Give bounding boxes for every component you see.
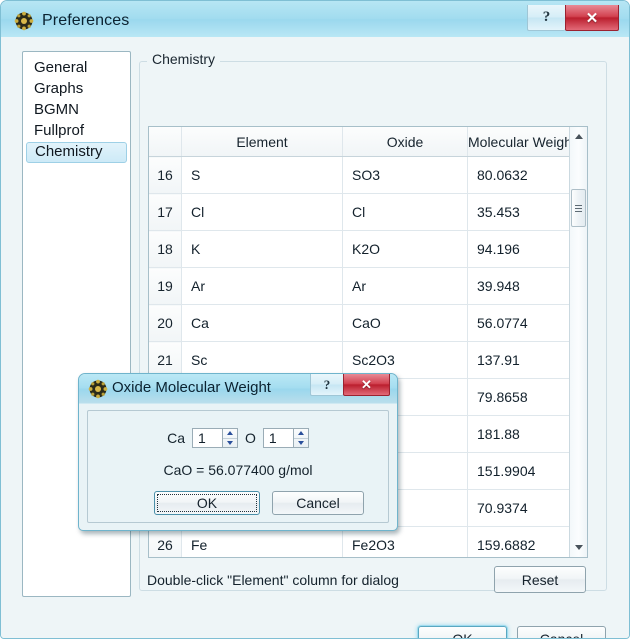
atom-icon [14,11,34,31]
window-title: Preferences [42,12,130,29]
preferences-window: Preferences ? ✕ General Graphs BGMN Full… [0,0,630,639]
cell-oxide[interactable]: Ar [342,267,468,305]
column-header-molecular-weight[interactable]: Molecular Weight [467,127,574,157]
row-index: 17 [149,193,182,231]
anion-label: O [245,430,256,446]
dialog-titlebar-buttons: ? ✕ [310,374,390,396]
dialog-close-button[interactable]: ✕ [343,374,390,396]
table-row[interactable]: 17 Cl Cl 35.453 [149,193,574,231]
cell-oxide[interactable]: SO3 [342,156,468,194]
dialog-ok-label: OK [196,495,218,511]
help-button[interactable]: ? [527,5,565,31]
dialog-help-button[interactable]: ? [310,374,343,396]
scroll-down-arrow-icon[interactable] [570,539,587,556]
oxide-molecular-weight-dialog: Oxide Molecular Weight ? ✕ Ca 1 O 1 CaO … [78,373,398,531]
dialog-cancel-button[interactable]: Cancel [272,491,364,515]
column-header-oxide[interactable]: Oxide [342,127,468,157]
anion-spin-buttons[interactable] [292,428,309,448]
cation-label: Ca [167,430,185,446]
cell-molecular-weight[interactable]: 159.6882 [467,526,574,557]
cell-molecular-weight[interactable]: 56.0774 [467,304,574,342]
scrollbar-thumb[interactable] [571,189,586,227]
reset-button[interactable]: Reset [494,566,586,593]
row-index: 19 [149,267,182,305]
sidebar-item-fullprof[interactable]: Fullprof [26,121,127,142]
cell-oxide[interactable]: Cl [342,193,468,231]
cell-element[interactable]: K [181,230,343,268]
table-header-row: Element Oxide Molecular Weight [149,127,574,157]
cell-molecular-weight[interactable]: 70.9374 [467,489,574,527]
cell-molecular-weight[interactable]: 39.948 [467,267,574,305]
row-index: 16 [149,156,182,194]
scroll-up-arrow-icon[interactable] [570,128,587,145]
row-index: 20 [149,304,182,342]
formula-result-text: CaO = 56.077400 g/mol [163,462,313,478]
anion-input[interactable]: 1 [262,428,293,448]
window-client-area: General Graphs BGMN Fullprof Chemistry C… [1,37,629,638]
cell-molecular-weight[interactable]: 94.196 [467,230,574,268]
cell-molecular-weight[interactable]: 181.88 [467,415,574,453]
cell-oxide[interactable]: K2O [342,230,468,268]
cation-spin-down-icon[interactable] [223,439,237,448]
table-row[interactable]: 19 Ar Ar 39.948 [149,267,574,305]
sidebar-item-general[interactable]: General [26,58,127,79]
cation-spin-buttons[interactable] [222,428,238,448]
groupbox-label: Chemistry [147,51,221,67]
cell-molecular-weight[interactable]: 80.0632 [467,156,574,194]
cell-element[interactable]: Cl [181,193,343,231]
titlebar-buttons: ? ✕ [527,5,619,31]
row-index: 26 [149,526,182,557]
anion-stepper[interactable]: 1 [262,428,309,448]
cell-molecular-weight[interactable]: 151.9904 [467,452,574,490]
atom-icon [88,379,108,399]
cation-input[interactable]: 1 [192,428,222,448]
cell-oxide[interactable]: Fe2O3 [342,526,468,557]
titlebar-inner: Preferences ? ✕ [4,4,628,37]
cell-oxide[interactable]: CaO [342,304,468,342]
column-header-index[interactable] [149,127,182,157]
table-row[interactable]: 26 Fe Fe2O3 159.6882 [149,526,574,557]
cell-element[interactable]: S [181,156,343,194]
sidebar-item-graphs[interactable]: Graphs [26,79,127,100]
grip-icon [575,203,582,214]
table-hint-text: Double-click "Element" column for dialog [147,572,399,588]
dialog-title: Oxide Molecular Weight [112,379,271,396]
dialog-ok-button[interactable]: OK [154,491,260,515]
close-button[interactable]: ✕ [565,5,619,31]
table-row[interactable]: 20 Ca CaO 56.0774 [149,304,574,342]
dialog-titlebar: Oxide Molecular Weight ? ✕ [79,374,397,404]
cell-element[interactable]: Fe [181,526,343,557]
anion-spin-up-icon[interactable] [293,429,308,439]
window-titlebar: Preferences ? ✕ [1,1,629,38]
dialog-content-panel: Ca 1 O 1 CaO = 56.077400 g/mol OK Cancel [87,410,389,523]
column-header-element[interactable]: Element [181,127,343,157]
sidebar-item-bgmn[interactable]: BGMN [26,100,127,121]
cation-stepper[interactable]: 1 [192,428,238,448]
cell-element[interactable]: Ar [181,267,343,305]
cell-molecular-weight[interactable]: 79.8658 [467,378,574,416]
cell-molecular-weight[interactable]: 35.453 [467,193,574,231]
anion-spin-down-icon[interactable] [294,439,308,448]
ok-button[interactable]: OK [418,626,507,638]
sidebar-item-chemistry[interactable]: Chemistry [26,142,127,163]
row-index: 18 [149,230,182,268]
table-vertical-scrollbar[interactable] [569,127,587,557]
table-row[interactable]: 18 K K2O 94.196 [149,230,574,268]
cancel-button[interactable]: Cancel [517,626,606,638]
stoichiometry-row: Ca 1 O 1 [88,428,388,448]
cation-spin-up-icon[interactable] [223,429,237,439]
cell-molecular-weight[interactable]: 137.91 [467,341,574,379]
table-row[interactable]: 16 S SO3 80.0632 [149,156,574,194]
cell-element[interactable]: Ca [181,304,343,342]
